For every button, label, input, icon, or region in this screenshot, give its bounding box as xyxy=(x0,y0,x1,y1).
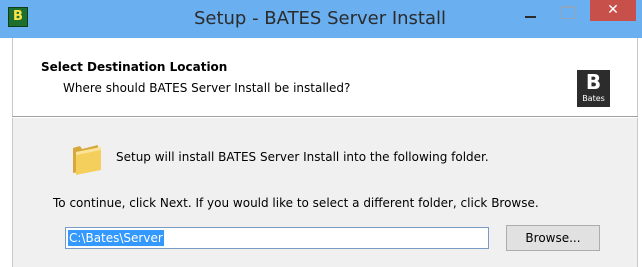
window-title: Setup - BATES Server Install xyxy=(193,8,447,29)
bates-logo-icon: B Bates xyxy=(577,70,610,107)
close-icon: ✕ xyxy=(607,2,619,18)
browse-button[interactable]: Browse... xyxy=(506,225,600,251)
wizard-body: Setup will install BATES Server Install … xyxy=(12,118,638,267)
app-icon[interactable]: B xyxy=(8,7,28,27)
title-bar[interactable]: B Setup - BATES Server Install ✕ xyxy=(0,0,642,38)
logo-word: Bates xyxy=(582,94,605,103)
app-icon-glyph: B xyxy=(13,9,23,24)
close-button[interactable]: ✕ xyxy=(590,0,636,21)
instructions-text: To continue, click Next. If you would li… xyxy=(53,196,539,210)
page-subtitle: Where should BATES Server Install be ins… xyxy=(63,81,351,95)
maximize-button[interactable] xyxy=(553,2,583,24)
minimize-button[interactable] xyxy=(516,2,546,24)
logo-letter: B xyxy=(585,70,602,94)
destination-path-input[interactable]: C:\Bates\Server xyxy=(65,227,489,249)
destination-path-value: C:\Bates\Server xyxy=(68,230,164,246)
page-title: Select Destination Location xyxy=(41,60,228,74)
install-location-text: Setup will install BATES Server Install … xyxy=(116,150,489,164)
folder-icon xyxy=(73,145,101,175)
wizard-header: Select Destination Location Where should… xyxy=(12,38,638,116)
